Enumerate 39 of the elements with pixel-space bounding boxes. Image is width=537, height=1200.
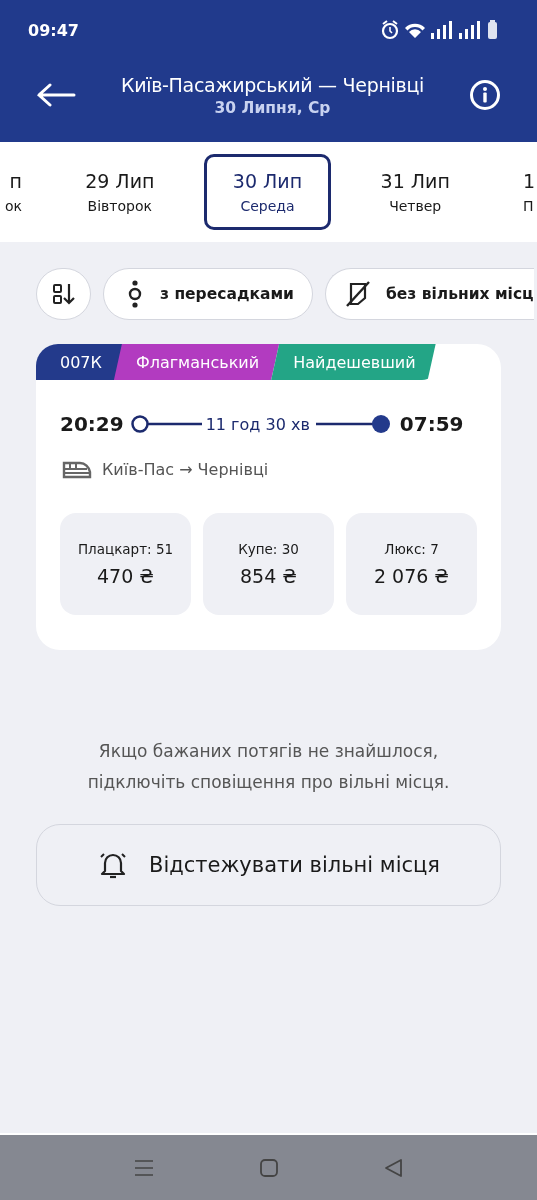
track-seats-button[interactable]: Відстежувати вільні місця xyxy=(36,824,501,906)
route-date: 30 Липня, Ср xyxy=(213,98,332,117)
battery-icon xyxy=(488,20,497,39)
date-tab[interactable]: 1 П xyxy=(523,154,537,230)
date-tab[interactable]: п ок xyxy=(0,154,22,230)
train-tag: 007К xyxy=(36,344,122,380)
info-icon[interactable] xyxy=(469,79,501,111)
trip-duration: 11 год 30 хв xyxy=(204,414,311,434)
transfers-filter[interactable]: з пересадками xyxy=(103,268,313,320)
date-tab[interactable]: 30 Лип Середа xyxy=(203,154,332,230)
train-tag: Флагманський xyxy=(113,344,280,380)
departure-time: 20:29 xyxy=(60,412,124,436)
end-line-icon xyxy=(315,414,392,434)
arrival-time: 07:59 xyxy=(399,412,464,436)
sort-icon xyxy=(50,281,77,307)
route-text: Київ-Пас → Чернівці xyxy=(102,460,269,479)
seat-class-option[interactable]: Плацкарт: 51 470 ₴ xyxy=(60,513,191,615)
train-card[interactable]: 007К Флагманський Найдешевший 20:29 11 год 30 хв 07:59 Київ-Пас → Чернівці Плацкарт: 51 470 ₴ Купе: 30 854 ₴ Люкс: 7 2 076 ₴ xyxy=(36,344,501,650)
date-tab[interactable]: 31 Лип Четвер xyxy=(351,154,480,230)
notice-text: Якщо бажаних потягів не знайшлося, підключіть сповіщення про вільні місця. xyxy=(86,740,451,794)
train-tag: Найдешевший xyxy=(271,344,436,380)
train-icon xyxy=(62,460,92,479)
route-title: Київ-Пасажирський — Чернівці xyxy=(119,73,426,96)
alarm-icon xyxy=(381,20,399,40)
sort-button[interactable] xyxy=(36,268,91,320)
date-tab[interactable]: 29 Лип Вівторок xyxy=(55,154,184,230)
wifi-icon xyxy=(405,23,425,38)
no-seats-filter[interactable]: без вільних місц xyxy=(324,268,534,320)
back-icon[interactable] xyxy=(383,1157,404,1178)
signal-icon xyxy=(459,21,480,39)
start-line-icon xyxy=(129,414,202,434)
crossed-seat-icon xyxy=(343,280,372,308)
back-arrow-icon[interactable] xyxy=(36,83,76,107)
transfer-stops-icon xyxy=(128,280,142,308)
seat-class-option[interactable]: Люкс: 7 2 076 ₴ xyxy=(346,513,477,615)
status-time: 09:47 xyxy=(28,20,79,40)
home-icon[interactable] xyxy=(258,1157,279,1178)
seat-class-option[interactable]: Купе: 30 854 ₴ xyxy=(203,513,334,615)
signal-icon xyxy=(431,21,452,39)
